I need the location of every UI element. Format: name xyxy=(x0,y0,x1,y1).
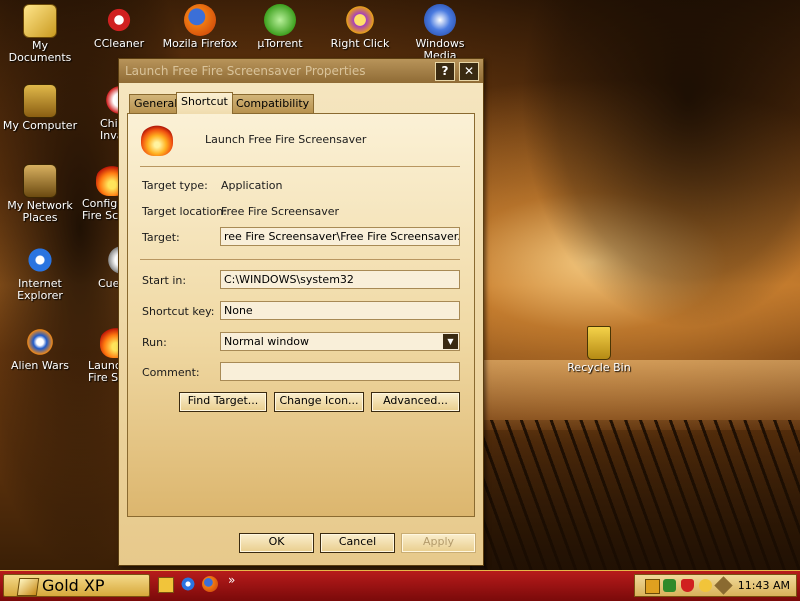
start-in-input[interactable]: C:\WINDOWS\system32 xyxy=(220,270,460,289)
taskbar: Gold XP » 11:43 AM xyxy=(0,570,800,601)
network-icon xyxy=(23,164,57,198)
desktop-icon-label: Places xyxy=(22,211,58,224)
ok-button[interactable]: OK xyxy=(239,533,314,553)
target-location-value: Free Fire Screensaver xyxy=(221,205,340,218)
desktop-icon-label: Right Click xyxy=(330,37,390,50)
recycle-bin-icon xyxy=(587,326,611,360)
desktop-icon-label: Explorer xyxy=(17,289,63,302)
media-player-icon xyxy=(424,4,456,36)
desktop-icon-label: µTorrent xyxy=(257,37,303,50)
computer-icon xyxy=(23,84,57,118)
properties-dialog: Launch Free Fire Screensaver Properties … xyxy=(118,58,484,566)
desktop-icon-my-network-places[interactable]: My Network Places xyxy=(0,164,80,224)
apply-button[interactable]: Apply xyxy=(401,533,476,553)
cancel-button[interactable]: Cancel xyxy=(320,533,395,553)
tray-tool-icon[interactable] xyxy=(714,576,733,595)
fire-icon xyxy=(141,124,173,156)
separator xyxy=(140,259,460,260)
internet-explorer-icon xyxy=(24,244,56,276)
alien-wars-icon xyxy=(24,326,56,358)
tab-shortcut[interactable]: Shortcut xyxy=(176,92,233,114)
change-icon-button[interactable]: Change Icon... xyxy=(274,392,364,412)
desktop-icon-utorrent[interactable]: µTorrent xyxy=(240,4,320,50)
help-button[interactable]: ? xyxy=(435,62,455,81)
tab-general[interactable]: General xyxy=(129,94,183,113)
desktop-icon-windows-media[interactable]: Windows Media xyxy=(400,4,480,62)
tray-volume-icon[interactable] xyxy=(699,579,712,592)
desktop-icon-firefox[interactable]: Mozila Firefox xyxy=(160,4,240,50)
desktop-icon-internet-explorer[interactable]: Internet Explorer xyxy=(0,244,80,302)
find-target-button[interactable]: Find Target... xyxy=(179,392,267,412)
comment-label: Comment: xyxy=(142,366,200,379)
run-label: Run: xyxy=(142,336,167,349)
comment-input[interactable] xyxy=(220,362,460,381)
clock[interactable]: 11:43 AM xyxy=(738,579,790,592)
wallpaper-reeds xyxy=(470,420,800,570)
wallpaper-trees-right xyxy=(520,0,800,330)
target-input[interactable]: ree Fire Screensaver\Free Fire Screensav… xyxy=(220,227,460,246)
desktop-icon-ccleaner[interactable]: CCleaner xyxy=(79,4,159,50)
utorrent-icon xyxy=(264,4,296,36)
tray-app-icon[interactable] xyxy=(645,579,660,594)
firefox-icon[interactable] xyxy=(202,576,218,592)
shortcut-key-input[interactable]: None xyxy=(220,301,460,320)
target-label: Target: xyxy=(142,231,180,244)
desktop-icon-label: My Computer xyxy=(2,119,78,132)
system-tray: 11:43 AM xyxy=(634,574,797,597)
ccleaner-icon xyxy=(103,4,135,36)
close-button[interactable]: ✕ xyxy=(459,62,479,81)
shortcut-key-label: Shortcut key: xyxy=(142,305,215,318)
desktop-icon-label: Mozila Firefox xyxy=(162,37,238,50)
desktop-icon-label: My Documents xyxy=(8,39,72,64)
gear-icon xyxy=(344,4,376,36)
run-select-value: Normal window xyxy=(224,335,310,348)
shortcut-tab-panel: Launch Free Fire Screensaver Target type… xyxy=(127,113,475,517)
desktop-icon-alien-wars[interactable]: Alien Wars xyxy=(0,326,80,372)
desktop-icon-recycle-bin[interactable]: Recycle Bin xyxy=(559,326,639,374)
folder-icon xyxy=(23,4,57,38)
show-desktop-icon[interactable] xyxy=(158,577,174,593)
internet-explorer-icon[interactable] xyxy=(180,576,196,592)
dialog-title: Launch Free Fire Screensaver Properties xyxy=(125,64,366,78)
start-in-label: Start in: xyxy=(142,274,187,287)
start-label: Gold XP xyxy=(42,576,105,595)
advanced-button[interactable]: Advanced... xyxy=(371,392,460,412)
start-button[interactable]: Gold XP xyxy=(3,574,150,597)
firefox-icon xyxy=(184,4,216,36)
target-type-value: Application xyxy=(221,179,283,192)
desktop-icon-label: Alien Wars xyxy=(10,359,70,372)
tab-compatibility[interactable]: Compatibility xyxy=(231,94,315,113)
tray-shield-icon[interactable] xyxy=(681,579,694,592)
run-select[interactable]: Normal window ▼ xyxy=(220,332,460,351)
desktop-icon-my-documents[interactable]: My Documents xyxy=(0,4,80,64)
target-location-label: Target location: xyxy=(142,205,227,218)
separator xyxy=(140,166,460,167)
desktop-icon-right-click[interactable]: Right Click xyxy=(320,4,400,50)
quicklaunch-chevron[interactable]: » xyxy=(228,573,235,587)
shortcut-name: Launch Free Fire Screensaver xyxy=(205,133,367,146)
target-type-label: Target type: xyxy=(142,179,208,192)
dialog-titlebar[interactable]: Launch Free Fire Screensaver Properties … xyxy=(119,59,483,83)
desktop-icon-label: CCleaner xyxy=(93,37,145,50)
desktop-icon-label: Recycle Bin xyxy=(567,361,631,374)
chevron-down-icon[interactable]: ▼ xyxy=(443,334,458,349)
windows-logo-icon xyxy=(16,578,40,596)
tray-network-icon[interactable] xyxy=(663,579,676,592)
desktop-icon-my-computer[interactable]: My Computer xyxy=(0,84,80,132)
